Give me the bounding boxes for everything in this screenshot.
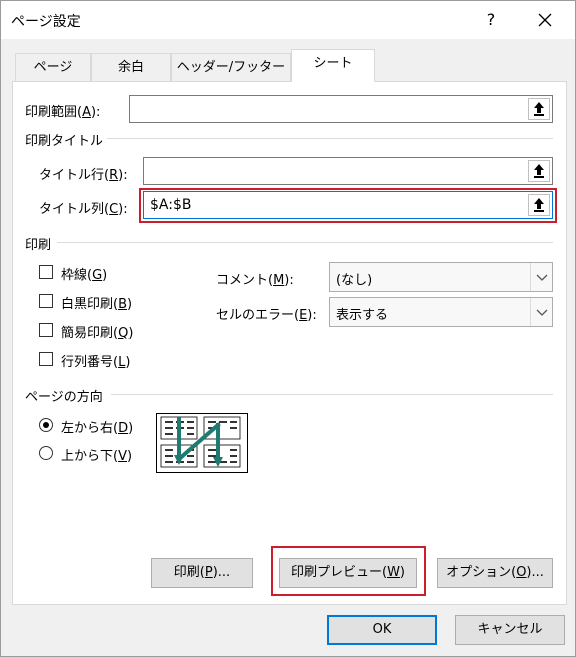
cell-errors-value: 表示する: [336, 308, 389, 323]
print-preview-highlight: [271, 546, 426, 596]
title-columns-highlight: [139, 188, 557, 223]
title-bar: ページ設定 ?: [1, 1, 575, 39]
help-button[interactable]: ?: [479, 7, 503, 33]
range-select-icon: [534, 164, 544, 178]
tab-sheet[interactable]: シート: [291, 49, 375, 82]
close-button[interactable]: [531, 7, 559, 33]
tab-label: シート: [313, 56, 353, 71]
over-then-down-radio[interactable]: [39, 446, 53, 460]
print-button[interactable]: 印刷(P)...: [151, 558, 253, 588]
comments-value: (なし): [336, 273, 373, 288]
comments-select[interactable]: (なし): [329, 262, 553, 292]
divider: [111, 394, 553, 395]
tab-margins[interactable]: 余白: [91, 53, 171, 81]
tab-label: ヘッダー/フッター: [176, 60, 286, 75]
ok-button[interactable]: OK: [327, 615, 437, 645]
over-then-down-label: 上から下(V): [61, 449, 133, 464]
gridlines-label: 枠線(G): [61, 268, 108, 283]
title-rows-label: タイトル行(R):: [39, 168, 128, 183]
cell-errors-label: セルのエラー(E):: [216, 308, 317, 323]
row-column-headings-label: 行列番号(L): [61, 355, 131, 370]
down-then-over-label: 左から右(D): [61, 421, 134, 436]
title-rows-collapse-button[interactable]: [528, 160, 550, 182]
window-title: ページ設定: [11, 14, 81, 30]
print-area-input[interactable]: [129, 95, 553, 123]
page-order-preview-icon: [156, 413, 248, 473]
close-icon: [538, 13, 552, 27]
print-area-label: 印刷範囲(A):: [25, 105, 101, 120]
print-heading: 印刷: [25, 238, 52, 253]
divider: [57, 242, 553, 243]
cell-errors-select[interactable]: 表示する: [329, 297, 553, 327]
chevron-down-icon: [530, 298, 552, 326]
page-order-heading: ページの方向: [25, 390, 103, 405]
divider: [107, 138, 553, 139]
comments-label: コメント(M):: [216, 273, 294, 288]
tab-label: ページ: [33, 60, 73, 75]
options-button[interactable]: オプション(O)...: [437, 558, 553, 588]
title-rows-input[interactable]: [143, 157, 553, 185]
title-columns-label: タイトル列(C):: [39, 202, 128, 217]
tab-page[interactable]: ページ: [15, 53, 91, 81]
sheet-panel: 印刷範囲(A): 印刷タイトル タイトル行(R): タイトル列(C): $A:$…: [12, 81, 567, 605]
draft-quality-label: 簡易印刷(Q): [61, 326, 134, 341]
page-setup-dialog: ページ設定 ? ページ 余白 ヘッダー/フッター シート 印刷範囲(A): 印刷…: [0, 0, 576, 657]
range-select-icon: [534, 102, 544, 116]
print-titles-heading: 印刷タイトル: [25, 134, 104, 149]
down-then-over-radio[interactable]: [39, 418, 53, 432]
tab-header-footer[interactable]: ヘッダー/フッター: [171, 53, 291, 81]
draft-quality-checkbox[interactable]: [39, 323, 53, 337]
chevron-down-icon: [530, 263, 552, 291]
tab-label: 余白: [117, 60, 144, 75]
print-area-collapse-button[interactable]: [528, 98, 550, 120]
black-white-checkbox[interactable]: [39, 294, 53, 308]
black-white-label: 白黒印刷(B): [61, 297, 133, 312]
row-column-headings-checkbox[interactable]: [39, 352, 53, 366]
gridlines-checkbox[interactable]: [39, 265, 53, 279]
cancel-button[interactable]: キャンセル: [455, 615, 565, 645]
